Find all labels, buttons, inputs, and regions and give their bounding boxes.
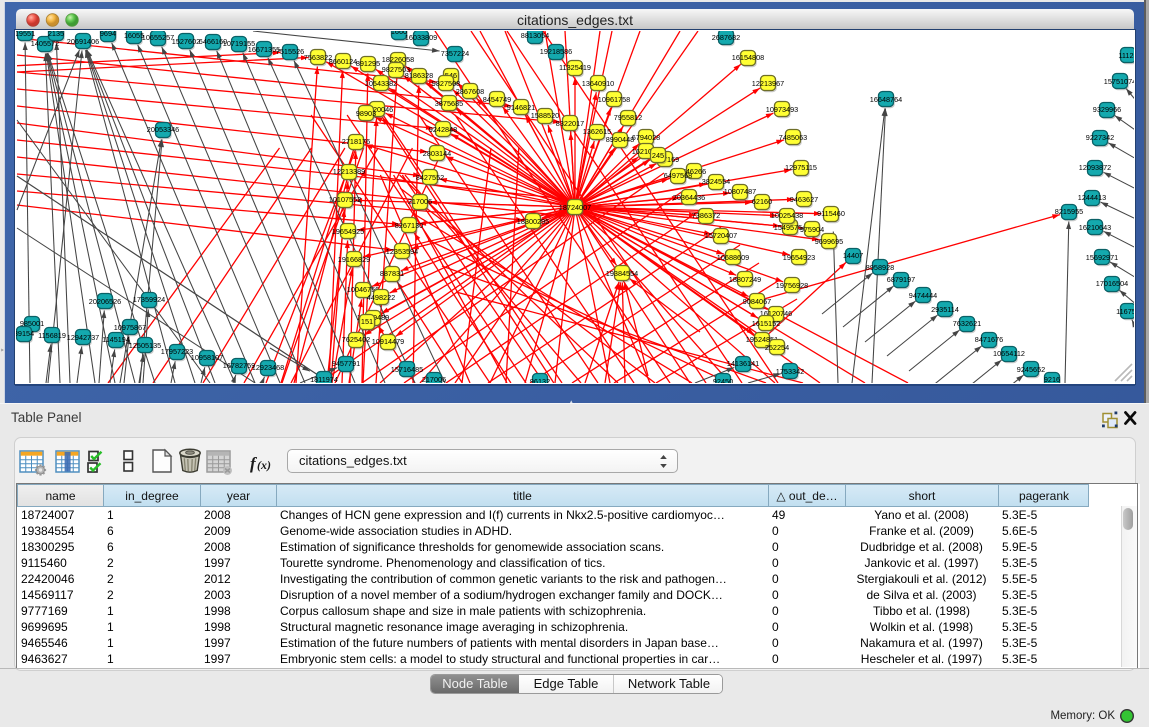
svg-text:(x): (x) [257, 458, 271, 472]
